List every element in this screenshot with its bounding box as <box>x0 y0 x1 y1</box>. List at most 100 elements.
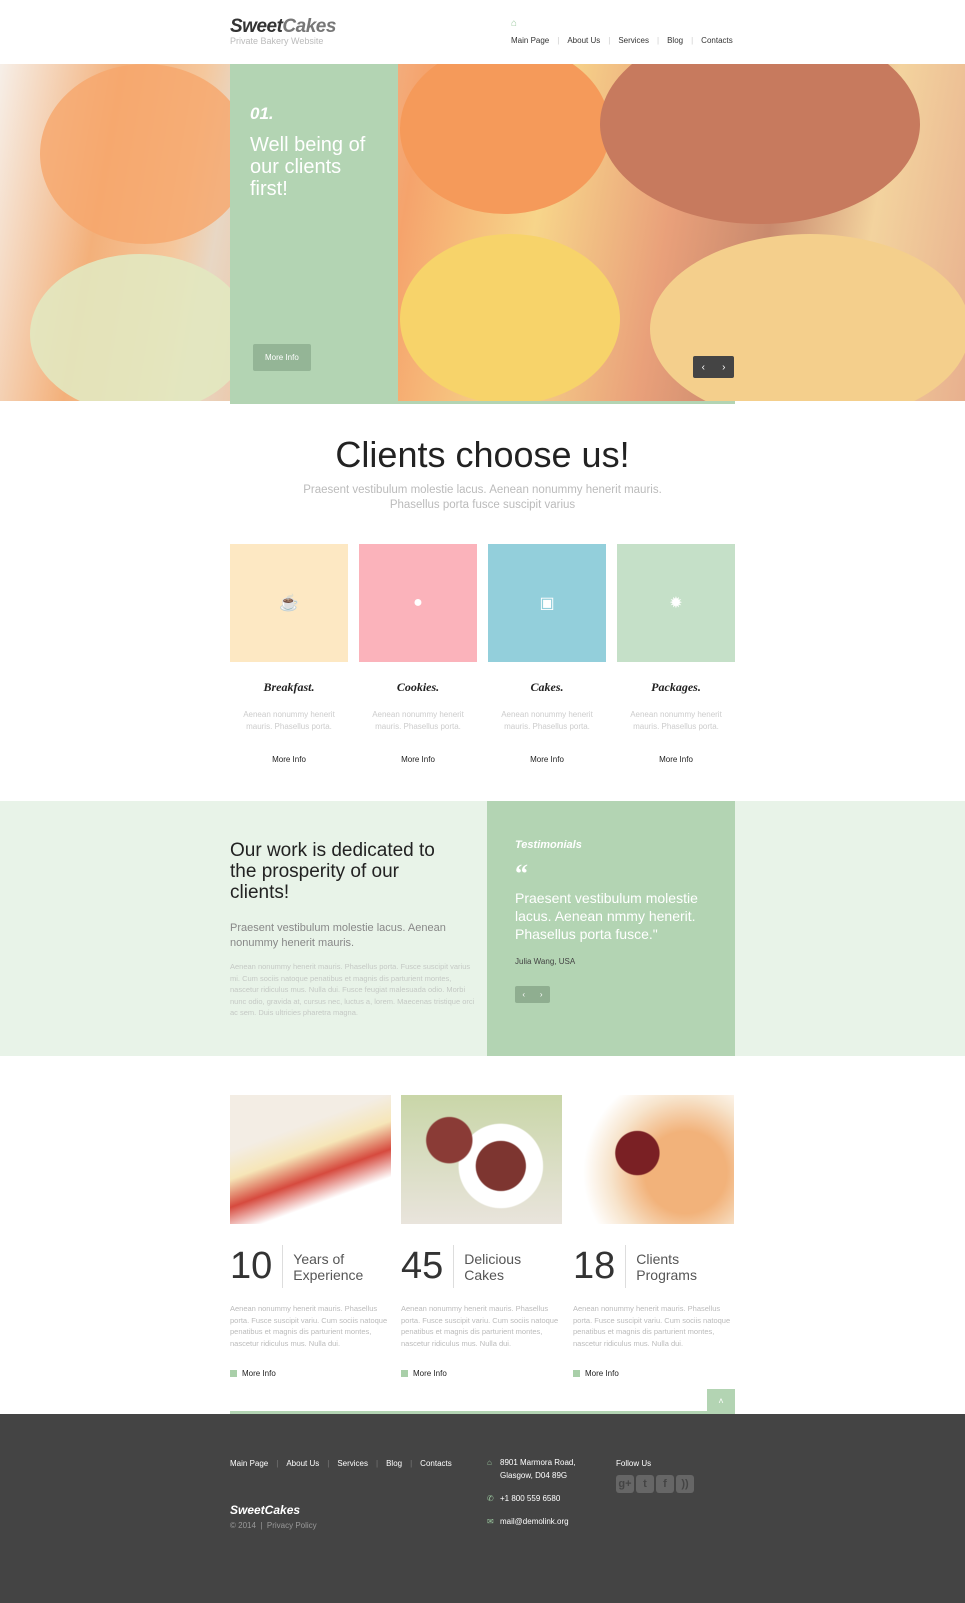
subtitle-line: Praesent vestibulum molestie lacus. Aene… <box>303 484 662 496</box>
phone-icon: ✆ <box>487 1494 494 1503</box>
follow-us-label: Follow Us <box>616 1459 652 1468</box>
cookies-tile[interactable]: ● <box>359 544 477 662</box>
phone-number: +1 800 559 6580 <box>500 1494 561 1503</box>
service-cakes: Cakes. Aenean nonummy henerit mauris. Pha… <box>488 680 606 764</box>
nav-main-page[interactable]: Main Page <box>511 36 549 45</box>
logo-text-cakes: Cakes <box>282 16 336 37</box>
gear-icon: ✹ <box>669 595 683 612</box>
main-nav: Main Page | About Us | Services | Blog | Con… <box>511 36 733 45</box>
tagline: Private Bakery Website <box>230 36 324 46</box>
about-text: Aenean nonummy henerit mauris. Phasellus… <box>230 962 475 1017</box>
coffee-cup-icon: ☕ <box>279 595 299 612</box>
service-cookies: Cookies. Aenean nonummy henerit mauris. P… <box>359 680 477 764</box>
link-label: More Info <box>242 1369 276 1378</box>
footer-address: ⌂ 8901 Marmora Road, Glasgow, D04 89G <box>487 1456 576 1482</box>
testimonials-heading: Testimonials <box>515 839 582 851</box>
service-breakfast: Breakfast. Aenean nonummy henerit mauris.… <box>230 680 348 764</box>
more-info-link[interactable]: More Info <box>230 1369 276 1378</box>
cake-icon: ▣ <box>539 595 555 612</box>
nav-services[interactable]: Services <box>618 36 649 45</box>
service-text: Aenean nonummy henerit mauris. Phasellus… <box>630 710 722 731</box>
scroll-top-button[interactable]: ˄ <box>707 1389 735 1414</box>
footer-nav-blog[interactable]: Blog <box>386 1459 402 1468</box>
more-info-link[interactable]: More Info <box>401 1369 447 1378</box>
footer-nav-contacts[interactable]: Contacts <box>420 1459 452 1468</box>
more-info-link[interactable]: More Info <box>230 755 348 764</box>
address-line: Glasgow, D04 89G <box>500 1471 568 1480</box>
stat-label: Years of Experience <box>293 1250 364 1283</box>
logo-text-sweet: Sweet <box>230 16 283 37</box>
about-title: Our work is dedicated to the prosperity … <box>230 840 435 903</box>
logo[interactable]: SweetCakes <box>230 16 336 38</box>
service-text: Aenean nonummy henerit mauris. Phasellus… <box>372 710 464 731</box>
cookie-icon: ● <box>413 594 423 611</box>
hero-more-info-button[interactable]: More Info <box>253 344 311 371</box>
social-links: g+ t f)) <box>616 1475 694 1493</box>
nav-contacts[interactable]: Contacts <box>701 36 733 45</box>
nav-blog[interactable]: Blog <box>667 36 683 45</box>
more-info-link[interactable]: More Info <box>573 1369 619 1378</box>
slide-title: Well being of our clients first! <box>250 134 366 200</box>
testimonial-quote: Praesent vestibulum molestie lacus. Aene… <box>515 890 698 942</box>
stat-number: 18 <box>573 1245 627 1288</box>
footer-nav-main-page[interactable]: Main Page <box>230 1459 268 1468</box>
next-arrow-icon[interactable]: › <box>540 990 543 999</box>
hero-divider <box>398 401 735 404</box>
service-title: Breakfast. <box>263 680 315 694</box>
facebook-icon[interactable]: f <box>656 1475 674 1493</box>
testimonial-author: Julia Wang, USA <box>515 957 576 966</box>
testimonials-panel: Testimonials “ Praesent vestibulum moles… <box>487 801 735 1056</box>
subtitle-line: Phasellus porta fusce suscipit varius <box>389 499 576 511</box>
copyright-text: © 2014 <box>230 1521 256 1530</box>
stat-text: Aenean nonummy henerit mauris. Phasellus… <box>401 1304 559 1348</box>
twitter-icon[interactable]: t <box>636 1475 654 1493</box>
next-arrow-icon[interactable]: › <box>722 362 725 373</box>
link-label: More Info <box>413 1369 447 1378</box>
heart-chocolate-photo <box>573 1095 734 1224</box>
stat-text: Aenean nonummy henerit mauris. Phasellus… <box>230 1304 388 1348</box>
email-link[interactable]: mail@demolink.org <box>500 1515 569 1528</box>
home-icon[interactable]: ⌂ <box>511 18 517 29</box>
stat-label: Clients Programs <box>636 1250 697 1283</box>
privacy-policy-link[interactable]: Privacy Policy <box>267 1521 317 1530</box>
stat-text: Aenean nonummy henerit mauris. Phasellus… <box>573 1304 731 1348</box>
slider-nav: ‹ › <box>693 356 734 378</box>
breakfast-tile[interactable]: ☕ <box>230 544 348 662</box>
copyright: © 2014 | Privacy Policy <box>230 1521 317 1530</box>
service-title: Packages. <box>651 680 701 694</box>
stat-years: 10 Years of Experience <box>230 1245 391 1288</box>
more-info-link[interactable]: More Info <box>488 755 606 764</box>
mail-icon: ✉ <box>487 1517 494 1526</box>
nav-about-us[interactable]: About Us <box>567 36 600 45</box>
testimonial-nav: ‹ › <box>515 986 550 1003</box>
hero-slider-image <box>0 64 965 401</box>
footer-nav-services[interactable]: Services <box>337 1459 368 1468</box>
footer <box>0 1414 965 1603</box>
footer-logo[interactable]: SweetCakes <box>230 1503 300 1517</box>
more-info-link[interactable]: More Info <box>359 755 477 764</box>
hero-caption-panel: 01. Well being of our clients first! Mor… <box>230 64 398 404</box>
stat-programs: 18 Clients Programs <box>573 1245 734 1288</box>
souffle-photo <box>401 1095 562 1224</box>
chevron-up-icon: ˄ <box>718 1396 724 1406</box>
prev-arrow-icon[interactable]: ‹ <box>702 362 705 373</box>
stat-number: 10 <box>230 1245 284 1288</box>
slide-number: 01. <box>250 104 274 123</box>
service-text: Aenean nonummy henerit mauris. Phasellus… <box>243 710 335 731</box>
more-info-link[interactable]: More Info <box>617 755 735 764</box>
quote-icon: “ <box>515 859 528 888</box>
address-line: 8901 Marmora Road, <box>500 1458 576 1467</box>
stat-label: Delicious Cakes <box>464 1250 522 1283</box>
clients-title: Clients choose us! <box>335 434 630 475</box>
link-label: More Info <box>585 1369 619 1378</box>
google-plus-icon[interactable]: g+ <box>616 1475 634 1493</box>
cakes-tile[interactable]: ▣ <box>488 544 606 662</box>
service-text: Aenean nonummy henerit mauris. Phasellus… <box>501 710 593 731</box>
plus-icon <box>401 1370 408 1377</box>
rss-icon[interactable]: )) <box>676 1475 694 1493</box>
packages-tile[interactable]: ✹ <box>617 544 735 662</box>
cheesecake-photo <box>230 1095 391 1224</box>
footer-nav-about-us[interactable]: About Us <box>286 1459 319 1468</box>
plus-icon <box>573 1370 580 1377</box>
prev-arrow-icon[interactable]: ‹ <box>522 990 525 999</box>
